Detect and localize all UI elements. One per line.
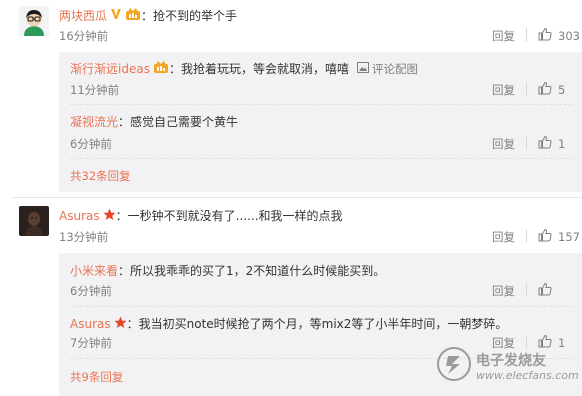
image-icon	[356, 61, 369, 76]
comment-author[interactable]: 两块西瓜	[59, 7, 107, 24]
reply-button[interactable]: 回复	[492, 283, 515, 299]
thumbs-up-icon	[538, 334, 552, 351]
reply-text: 我当初买note时候抢了两个月，等mix2等了小半年时间，一朝梦碎。	[138, 317, 508, 331]
reply-time: 11分钟前	[70, 83, 120, 97]
reply-author[interactable]: 渐行渐远ideas	[70, 60, 150, 77]
comment-image-label: 评论配图	[371, 61, 418, 76]
colon: ：	[168, 62, 181, 76]
avatar[interactable]	[19, 6, 49, 36]
like-count: 1	[558, 136, 566, 151]
colon: ：	[118, 115, 131, 129]
colon: ：	[118, 264, 131, 278]
like-count: 157	[558, 229, 580, 244]
reply-header: 渐行渐远ideas ： 我抢着玩玩，等会就取消，嘻嘻 评论配图	[70, 60, 418, 77]
watermark-en: www.elecfans.com	[476, 369, 579, 382]
thumbs-up-icon	[538, 27, 552, 44]
reply-header: Asuras ： 我当初买note时候抢了两个月，等mix2等了小半年时间，一朝…	[70, 315, 507, 332]
thumbs-up-icon	[538, 228, 552, 245]
comment-image-link[interactable]: 评论配图	[356, 61, 418, 77]
reply-separator	[70, 104, 572, 105]
reply-author[interactable]: 小米来看	[70, 262, 118, 279]
colon: ：	[115, 209, 128, 223]
like-count: 5	[558, 82, 566, 97]
reply-time: 6分钟前	[70, 137, 112, 151]
reply-header: 凝视流光 ： 感觉自己需要个黄牛	[70, 113, 238, 130]
member-crown-icon	[153, 60, 169, 77]
like-button[interactable]	[538, 282, 558, 299]
reply-button[interactable]: 回复	[492, 229, 515, 245]
reply-button[interactable]: 回复	[492, 335, 515, 351]
comment-header: Asuras ： 一秒钟不到就没有了......和我一样的点我	[59, 207, 343, 224]
divider	[526, 28, 527, 42]
divider	[526, 136, 527, 150]
comment-author[interactable]: Asuras	[59, 209, 100, 223]
comment-header: 两块西瓜 ： 抢不到的举个手	[59, 7, 237, 24]
comment-text: 一秒钟不到就没有了......和我一样的点我	[127, 209, 343, 223]
comment-text: 抢不到的举个手	[153, 9, 238, 23]
comment-separator	[12, 197, 582, 198]
reply-text: 所以我乖乖的买了1，2不知道什么时候能买到。	[130, 264, 386, 278]
like-button[interactable]: 303	[538, 27, 580, 44]
reply-author[interactable]: 凝视流光	[70, 113, 118, 130]
reply-text: 感觉自己需要个黄牛	[130, 115, 239, 129]
reply-text: 我抢着玩玩，等会就取消，嘻嘻	[180, 62, 349, 76]
verified-v-icon	[110, 8, 122, 23]
watermark-cn: 电子发烧友	[476, 353, 546, 369]
colon: ：	[141, 9, 154, 23]
like-button[interactable]: 157	[538, 228, 580, 245]
colon: ：	[126, 317, 139, 331]
watermark-logo-icon	[436, 346, 472, 385]
reply-time: 6分钟前	[70, 284, 112, 298]
like-count: 303	[558, 28, 580, 43]
like-button[interactable]: 1	[538, 135, 565, 152]
more-replies-link[interactable]: 共32条回复	[70, 168, 131, 184]
comment-time: 13分钟前	[59, 230, 109, 244]
avatar[interactable]	[19, 206, 49, 236]
reply-button[interactable]: 回复	[492, 28, 515, 44]
like-button[interactable]: 1	[538, 334, 565, 351]
comment-time: 16分钟前	[59, 29, 109, 43]
more-replies-link[interactable]: 共9条回复	[70, 369, 123, 385]
member-crown-icon	[125, 7, 141, 24]
divider	[526, 229, 527, 243]
reply-button[interactable]: 回复	[492, 82, 515, 98]
reply-separator	[70, 306, 572, 307]
reply-author[interactable]: Asuras	[70, 317, 111, 331]
divider	[526, 335, 527, 349]
divider	[526, 82, 527, 96]
thumbs-up-icon	[538, 135, 552, 152]
thumbs-up-icon	[538, 282, 552, 299]
reply-header: 小米来看 ： 所以我乖乖的买了1，2不知道什么时候能买到。	[70, 262, 385, 279]
like-count: 1	[558, 335, 566, 350]
reply-time: 7分钟前	[70, 336, 112, 350]
divider	[526, 283, 527, 297]
like-button[interactable]: 5	[538, 81, 565, 98]
thumbs-up-icon	[538, 81, 552, 98]
reply-button[interactable]: 回复	[492, 136, 515, 152]
reply-separator	[70, 158, 572, 159]
star-badge-icon	[103, 208, 116, 224]
star-badge-icon	[114, 316, 127, 332]
